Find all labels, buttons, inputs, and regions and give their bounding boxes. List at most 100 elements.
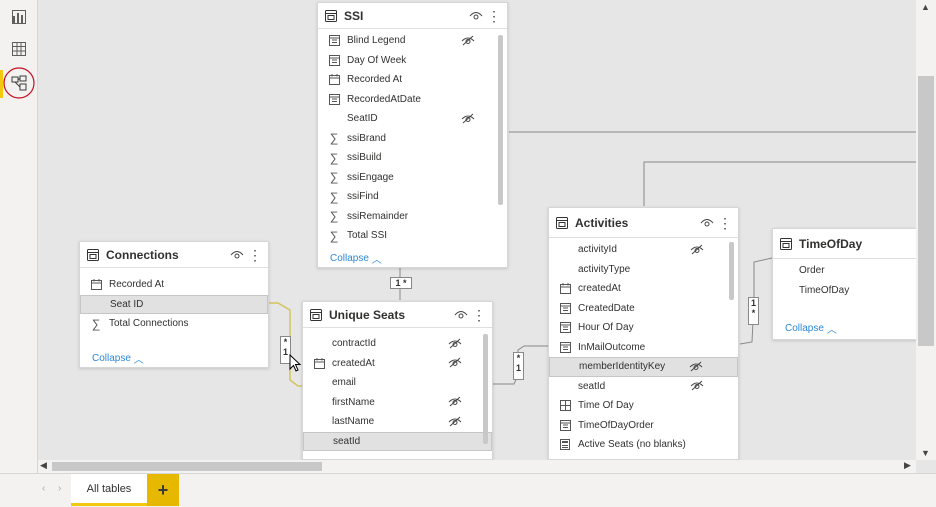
field-row[interactable]: ∑ Total Connections (80, 314, 268, 334)
sigma-icon: ∑ (329, 189, 339, 204)
report-view-icon[interactable] (8, 6, 30, 28)
card-header: Activities ⋮ (549, 208, 738, 238)
field-row[interactable]: ∑ ssiRemainder (318, 207, 507, 227)
table-card-ssi[interactable]: SSI ⋮ Blind Legend Day Of Week Recorded At… (317, 2, 508, 268)
hidden-field-icon[interactable] (689, 361, 703, 373)
field-row[interactable]: TimeOfDayOrder (549, 416, 738, 436)
field-row[interactable]: Blind Legend (318, 31, 507, 51)
hidden-field-icon[interactable] (448, 416, 462, 428)
field-row[interactable]: SeatID (318, 109, 507, 129)
tab-next-icon[interactable]: › (58, 483, 61, 494)
field-row[interactable]: InMailOutcome (549, 338, 738, 358)
card-scrollbar[interactable] (483, 334, 488, 444)
field-label: memberIdentityKey (579, 361, 666, 373)
hidden-field-icon[interactable] (448, 396, 462, 408)
collapse-link[interactable]: Collapse ︿ (773, 317, 849, 339)
tab-all-tables[interactable]: All tables (71, 474, 147, 506)
field-row[interactable]: activityId (549, 240, 738, 260)
visibility-eye-icon[interactable] (469, 9, 483, 23)
more-options-icon[interactable]: ⋮ (487, 9, 501, 23)
mouse-cursor-icon (289, 354, 302, 372)
field-list: Blind Legend Day Of Week Recorded At Record… (318, 29, 507, 246)
canvas-horizontal-scrollbar[interactable]: ◀ ▶ (38, 460, 916, 473)
field-row[interactable]: Day Of Week (318, 51, 507, 71)
field-row[interactable]: Recorded At (318, 70, 507, 90)
field-row[interactable]: seatId (549, 377, 738, 397)
field-row[interactable]: memberIdentityKey (549, 357, 738, 377)
more-options-icon[interactable]: ⋮ (472, 308, 486, 322)
field-row[interactable]: ∑ ssiBuild (318, 148, 507, 168)
field-label: Total SSI (347, 230, 388, 242)
hidden-field-icon[interactable] (461, 35, 475, 47)
field-label: activityType (578, 263, 631, 275)
card-scrollbar[interactable] (498, 35, 503, 205)
field-row[interactable]: lastName (303, 412, 492, 432)
tab-prev-icon[interactable]: ‹ (42, 483, 45, 494)
field-row[interactable]: RecordedAtDate (318, 90, 507, 110)
relationship-badge-unique-activities[interactable]: * 1 (513, 352, 524, 380)
hidden-field-icon[interactable] (461, 113, 475, 125)
field-row[interactable]: CreatedDate (549, 299, 738, 319)
collapse-label: Collapse (785, 323, 824, 334)
scroll-right-icon[interactable]: ▶ (904, 460, 911, 471)
visibility-eye-icon[interactable] (230, 248, 244, 262)
table-title: TimeOfDay (799, 236, 863, 251)
calendar-table-icon (559, 419, 571, 431)
canvas-vertical-scrollbar[interactable]: ▲ ▼ (916, 0, 936, 460)
relationship-badge-ssi-unique[interactable]: 1 * (390, 277, 412, 289)
visibility-eye-icon[interactable] (454, 308, 468, 322)
field-row[interactable]: ∑ ssiBrand (318, 129, 507, 149)
field-row[interactable]: Order (773, 261, 916, 281)
scroll-down-icon[interactable]: ▼ (921, 448, 930, 458)
collapse-link[interactable]: Collapse ︿ (80, 347, 156, 367)
table-card-unique-seats[interactable]: Unique Seats ⋮ contractId createdAt email f… (302, 301, 493, 460)
collapse-link[interactable]: Collapse ︿ (318, 247, 394, 267)
field-row[interactable]: Active Seats (no blanks) (549, 435, 738, 455)
model-canvas[interactable]: 1 * * 1 * 1 1 * SSI ⋮ Blind Legend Day Of… (38, 0, 916, 460)
field-label: ssiRemainder (347, 210, 409, 222)
field-row[interactable]: ∑ ssiFind (318, 187, 507, 207)
relationship-badge-activities-timeofday[interactable]: 1 * (748, 297, 759, 325)
scroll-up-icon[interactable]: ▲ (921, 2, 930, 12)
calendar-table-icon (328, 93, 340, 105)
tab-label: All tables (86, 482, 132, 495)
table-card-activities[interactable]: Activities ⋮ activityId activityType creat… (548, 207, 739, 460)
card-scrollbar[interactable] (729, 242, 734, 300)
field-row[interactable]: ∑ Total SSI (318, 226, 507, 246)
field-row[interactable]: Time Of Day (549, 396, 738, 416)
scroll-left-icon[interactable]: ◀ (40, 460, 47, 471)
field-label: firstName (332, 396, 375, 408)
field-label: RecordedAtDate (347, 93, 421, 105)
visibility-eye-icon[interactable] (700, 216, 714, 230)
add-layout-button[interactable]: + (147, 474, 179, 506)
table-card-connections[interactable]: Connections ⋮ Recorded At Seat ID ∑ Total C… (79, 241, 269, 368)
table-card-timeofday[interactable]: TimeOfDay Order TimeOfDay Collapse ︿ (772, 228, 916, 340)
field-row[interactable]: activityType (549, 260, 738, 280)
field-row[interactable]: seatId (303, 431, 492, 451)
hidden-field-icon[interactable] (690, 244, 704, 256)
field-row[interactable]: createdAt (549, 279, 738, 299)
field-label: activityId (578, 244, 617, 256)
table-icon (324, 9, 338, 23)
field-row[interactable]: Hour Of Day (549, 318, 738, 338)
field-row[interactable]: email (303, 373, 492, 393)
field-row[interactable]: createdAt (303, 354, 492, 374)
hidden-field-icon[interactable] (690, 380, 704, 392)
data-view-icon[interactable] (8, 38, 30, 60)
scroll-thumb[interactable] (52, 462, 322, 471)
field-row[interactable]: Recorded At (80, 275, 268, 295)
hidden-field-icon[interactable] (448, 357, 462, 369)
field-row[interactable]: contractId (303, 334, 492, 354)
more-options-icon[interactable]: ⋮ (718, 216, 732, 230)
field-row[interactable]: TimeOfDay (773, 281, 916, 301)
hidden-field-icon[interactable] (448, 338, 462, 350)
field-label: ssiBuild (347, 152, 382, 164)
date-icon (328, 74, 340, 86)
field-label: email (332, 377, 356, 389)
field-row[interactable]: Seat ID (80, 294, 268, 314)
field-row[interactable]: firstName (303, 393, 492, 413)
scroll-thumb[interactable] (918, 76, 934, 346)
sigma-icon: ∑ (329, 209, 339, 224)
more-options-icon[interactable]: ⋮ (248, 248, 262, 262)
field-row[interactable]: ∑ ssiEngage (318, 168, 507, 188)
